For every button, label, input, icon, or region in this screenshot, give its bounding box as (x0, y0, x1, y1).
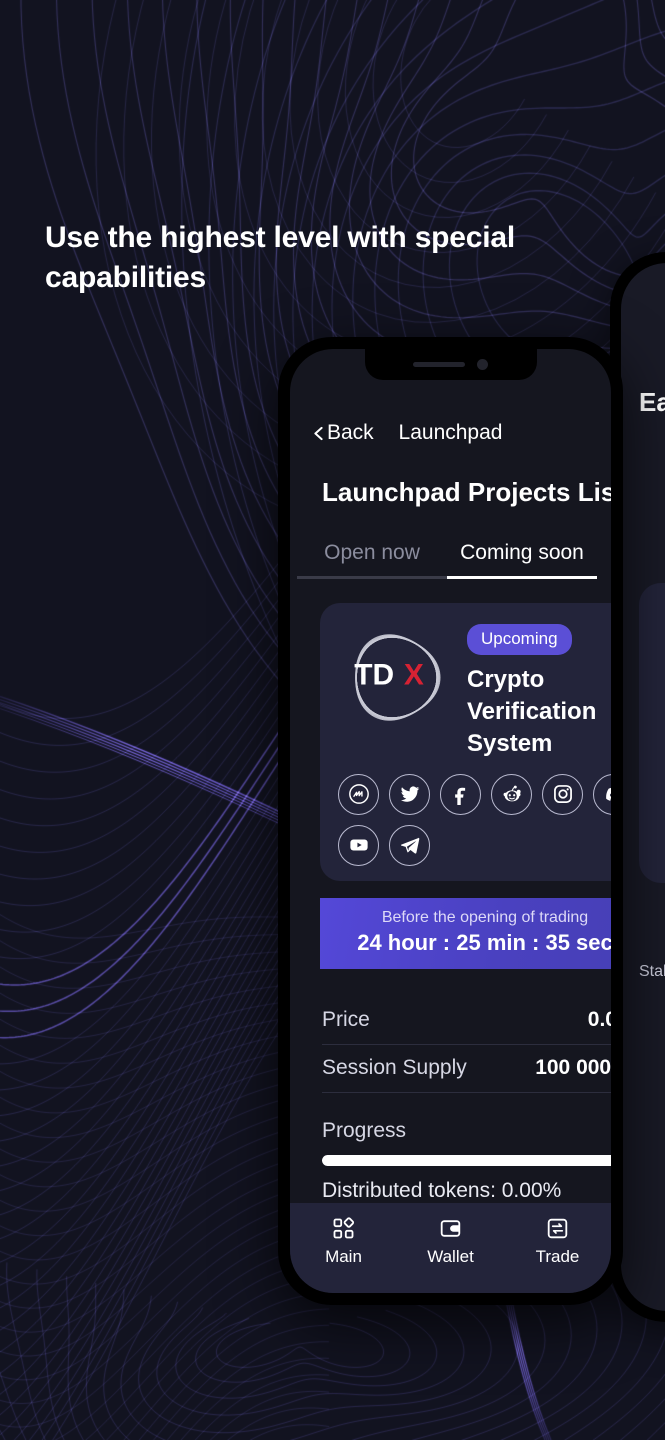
app-top-nav: Launchpad Back (290, 413, 611, 453)
project-card-header: TD X Upcoming Crypto Verification System (338, 620, 611, 760)
tabbar-item-wallet[interactable]: Wallet (397, 1217, 504, 1267)
reddit-icon (503, 785, 521, 802)
progress-bar-fill (322, 1155, 611, 1166)
stat-value-session-supply: 100 000 000 (535, 1056, 611, 1079)
secondary-phone-title: Earn (639, 387, 665, 417)
grid-icon (333, 1217, 355, 1239)
wallet-icon (440, 1220, 461, 1237)
social-links (338, 773, 611, 866)
secondary-phone-card (639, 583, 665, 883)
launchpad-tabs: Open now Coming soon (297, 541, 611, 579)
tab-open-now[interactable]: Open now (297, 541, 447, 579)
tab-coming-soon[interactable]: Coming soon (447, 541, 597, 579)
progress-section: Progress Distributed tokens: 0.00% (322, 1119, 611, 1203)
tabbar-label-trade: Trade (535, 1247, 580, 1266)
countdown-label: Before the opening of trading (381, 909, 589, 926)
facebook-icon (454, 787, 465, 806)
tabbar-item-trade[interactable]: Trade (504, 1217, 611, 1267)
project-name: Crypto Verification System (467, 666, 597, 757)
logo-text-td: TD (354, 658, 394, 691)
secondary-phone-subtitle: Staking (639, 963, 665, 980)
stat-label-session-supply: Session Supply (322, 1056, 467, 1079)
page-title: Launchpad Projects List (322, 477, 611, 507)
project-meta: Upcoming Crypto Verification System (467, 620, 607, 760)
project-card[interactable]: TD X Upcoming Crypto Verification System (320, 603, 611, 881)
tabbar-label-wallet: Wallet (427, 1247, 474, 1266)
project-stats: Price 0.0001 Session Supply 100 000 000 (322, 997, 611, 1093)
project-logo: TD X (338, 620, 453, 735)
social-twitter[interactable] (389, 773, 430, 815)
social-coinmarketcap[interactable] (338, 773, 379, 815)
coinmarketcap-icon (348, 784, 369, 805)
social-discord[interactable] (593, 773, 611, 815)
notch-camera (477, 359, 488, 370)
stat-row-session-supply: Session Supply 100 000 000 (322, 1045, 611, 1093)
tabbar-label-main: Main (325, 1247, 362, 1266)
nav-title: Launchpad (398, 421, 503, 444)
tabbar-item-main[interactable]: Main (290, 1217, 397, 1267)
page-headline: Use the highest level with special capab… (45, 221, 516, 295)
stat-value-price: 0.0001 (587, 1008, 611, 1031)
social-youtube[interactable] (338, 824, 379, 866)
secondary-phone-screen: Earn Staking (621, 263, 665, 1311)
tdx-logo-icon: TD X (354, 634, 441, 721)
twitter-icon (400, 786, 419, 803)
stat-row-price: Price 0.0001 (322, 997, 611, 1045)
countdown-banner: Before the opening of trading 24 hour : … (320, 898, 611, 969)
social-telegram[interactable] (389, 824, 430, 866)
notch-speaker (413, 362, 465, 367)
social-instagram[interactable] (542, 773, 583, 815)
bottom-tab-bar: Main Wallet Trade (290, 1203, 611, 1293)
status-badge: Upcoming (467, 624, 572, 655)
stat-label-price: Price (322, 1008, 370, 1031)
discord-icon (605, 787, 611, 802)
progress-bar (322, 1155, 611, 1166)
telegram-icon (400, 838, 419, 854)
primary-phone-mockup: Launchpad Back Launchpad Projects List O… (278, 337, 623, 1305)
progress-label: Progress (322, 1119, 407, 1142)
logo-text-x: X (404, 658, 424, 691)
instagram-icon (553, 785, 572, 804)
swap-icon (547, 1218, 568, 1239)
distributed-tokens-note: Distributed tokens: 0.00% (322, 1179, 562, 1202)
phone-notch (364, 349, 537, 380)
primary-phone-screen: Launchpad Back Launchpad Projects List O… (290, 349, 611, 1293)
social-reddit[interactable] (491, 773, 532, 815)
youtube-icon (349, 839, 368, 851)
social-facebook[interactable] (440, 773, 481, 815)
countdown-timer: 24 hour : 25 min : 35 sec (357, 930, 611, 955)
